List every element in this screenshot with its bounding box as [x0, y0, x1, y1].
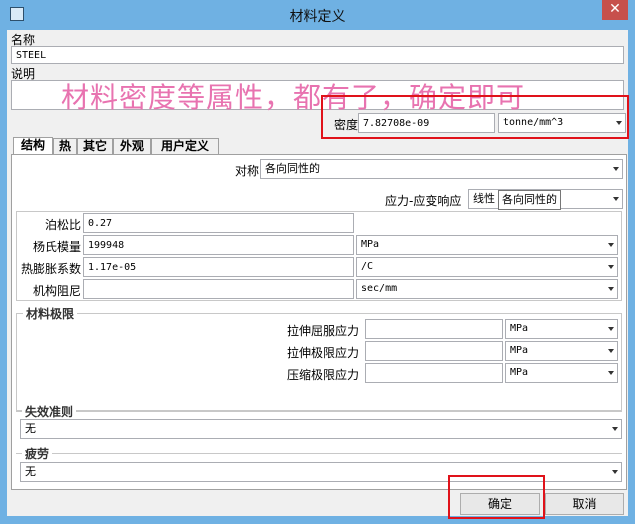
fatigue-title: 疲劳	[22, 445, 53, 462]
tensile-yield-unit: MPa	[510, 323, 529, 334]
youngs-modulus-field[interactable]: 199948	[83, 235, 354, 255]
tensile-yield-unit-select[interactable]: MPa	[505, 319, 618, 339]
basic-properties-group: 泊松比 0.27 杨氏模量 199948 MPa 热膨胀系数 1.17e-05 …	[16, 211, 622, 301]
window-title: 材料定义	[289, 9, 346, 25]
thermal-expansion-field[interactable]: 1.17e-05	[83, 257, 354, 277]
chevron-down-icon	[608, 265, 614, 269]
youngs-modulus-unit: MPa	[361, 239, 380, 250]
symmetry-label: 对称	[235, 164, 260, 178]
symmetry-select[interactable]: 各向同性的	[260, 159, 623, 179]
poisson-ratio-field[interactable]: 0.27	[83, 213, 354, 233]
chevron-down-icon	[608, 327, 614, 331]
youngs-modulus-unit-select[interactable]: MPa	[356, 235, 618, 255]
tensile-ultimate-field[interactable]	[365, 341, 503, 361]
stress-strain-label: 应力-应变响应	[385, 194, 462, 208]
compressive-ultimate-label: 压缩极限应力	[286, 368, 359, 382]
structural-damping-field[interactable]	[83, 279, 354, 299]
structure-panel: 对称 各向同性的 应力-应变响应 线性 各向同性的 泊松比 0.27 杨氏模量 …	[11, 154, 627, 490]
chevron-down-icon	[608, 243, 614, 247]
chevron-down-icon	[613, 167, 619, 171]
chevron-down-icon	[608, 349, 614, 353]
density-highlight-box	[321, 95, 629, 139]
stress-strain-tooltip: 各向同性的	[498, 190, 561, 210]
failure-criteria-value: 无	[25, 422, 36, 435]
chevron-down-icon	[608, 371, 614, 375]
compressive-ultimate-field[interactable]	[365, 363, 503, 383]
stress-strain-value: 线性	[473, 192, 495, 205]
material-definition-window: 材料定义 ✕ 名称 STEEL 说明 密度 7.82708e-09 tonne/…	[0, 0, 635, 524]
tensile-ultimate-unit-select[interactable]: MPa	[505, 341, 618, 361]
dialog-body: 名称 STEEL 说明 密度 7.82708e-09 tonne/mm^3 结构…	[7, 30, 629, 519]
youngs-modulus-label: 杨氏模量	[32, 240, 81, 254]
structural-damping-unit-select[interactable]: sec/mm	[356, 279, 618, 299]
structural-damping-unit: sec/mm	[361, 283, 398, 294]
chevron-down-icon	[608, 287, 614, 291]
material-limits-group: 材料极限 拉伸屈服应力 MPa 拉伸极限应力 MPa 压缩极限应力 MPa	[16, 305, 622, 411]
thermal-expansion-unit-select[interactable]: /C	[356, 257, 618, 277]
chevron-down-icon	[612, 470, 618, 474]
tensile-yield-label: 拉伸屈服应力	[286, 324, 359, 338]
fatigue-value: 无	[25, 465, 36, 478]
ok-highlight-box	[448, 475, 545, 519]
tab-thermal[interactable]: 热	[53, 138, 77, 155]
tensile-ultimate-label: 拉伸极限应力	[286, 346, 359, 360]
thermal-expansion-unit: /C	[361, 261, 374, 272]
title-bar[interactable]: 材料定义 ✕	[0, 0, 635, 30]
chevron-down-icon	[612, 427, 618, 431]
name-field[interactable]: STEEL	[11, 46, 624, 64]
symmetry-value: 各向同性的	[265, 162, 320, 175]
compressive-ultimate-unit: MPa	[510, 367, 529, 378]
compressive-ultimate-unit-select[interactable]: MPa	[505, 363, 618, 383]
poisson-ratio-label: 泊松比	[44, 218, 81, 232]
tab-user-defined[interactable]: 用户定义	[151, 138, 219, 155]
tensile-ultimate-unit: MPa	[510, 345, 529, 356]
close-button[interactable]: ✕	[602, 0, 628, 20]
failure-criteria-select[interactable]: 无	[20, 419, 622, 439]
material-limits-title: 材料极限	[23, 305, 78, 322]
structural-damping-label: 机构阻尼	[32, 284, 81, 298]
tensile-yield-field[interactable]	[365, 319, 503, 339]
thermal-expansion-label: 热膨胀系数	[20, 262, 81, 276]
tab-appearance[interactable]: 外观	[113, 138, 151, 155]
cancel-button[interactable]: 取消	[545, 493, 624, 515]
failure-criteria-title: 失效准则	[22, 403, 77, 420]
tab-other[interactable]: 其它	[77, 138, 113, 155]
chevron-down-icon	[613, 197, 619, 201]
